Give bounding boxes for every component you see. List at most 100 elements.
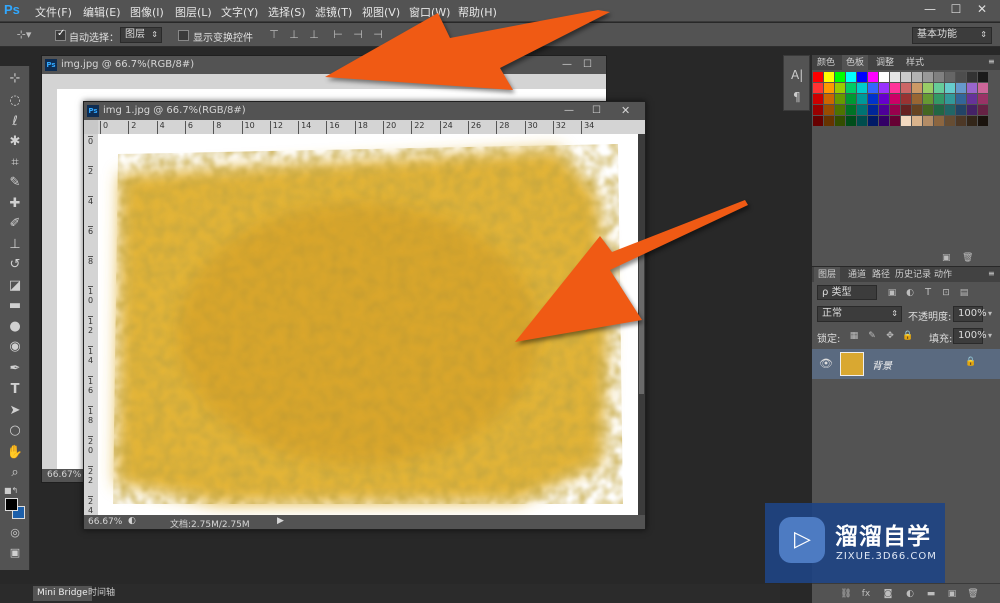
type-tool-icon[interactable]: T — [3, 381, 27, 399]
swatch[interactable] — [901, 83, 911, 93]
lock-all-icon[interactable]: 🔒 — [902, 329, 914, 343]
swatch[interactable] — [923, 72, 933, 82]
app-minimize-button[interactable]: — — [917, 0, 943, 20]
layer-row[interactable]: 👁 背景 🔒 — [812, 349, 1000, 379]
swatch[interactable] — [868, 72, 878, 82]
opacity-chevron-icon[interactable]: ▾ — [984, 307, 996, 321]
swatch[interactable] — [857, 105, 867, 115]
swatch[interactable] — [901, 105, 911, 115]
swatch[interactable] — [868, 83, 878, 93]
swatch[interactable] — [912, 83, 922, 93]
filter-shape-icon[interactable]: ⊡ — [940, 286, 952, 300]
swatch[interactable] — [923, 83, 933, 93]
swatch[interactable] — [912, 72, 922, 82]
app-maximize-button[interactable]: ☐ — [943, 0, 969, 20]
workspace-dropdown[interactable]: 基本功能 ⇕ — [912, 27, 992, 44]
lock-image-icon[interactable]: ✎ — [866, 329, 878, 343]
fill-input[interactable]: 100% — [953, 328, 987, 344]
screen-mode-icon[interactable]: ▣ — [3, 544, 27, 562]
swatch[interactable] — [813, 116, 823, 126]
document-back-titlebar[interactable]: Ps img.jpg @ 66.7%(RGB/8#) — ☐ — [42, 56, 606, 74]
swatch[interactable] — [857, 94, 867, 104]
status-menu-icon[interactable]: ◐ — [128, 516, 136, 526]
ellipse-tool-icon[interactable]: ○ — [3, 422, 27, 440]
swatch[interactable] — [923, 105, 933, 115]
swatch[interactable] — [945, 94, 955, 104]
tab-actions[interactable]: 动作 — [934, 269, 952, 281]
swatch[interactable] — [923, 94, 933, 104]
magic-wand-tool-icon[interactable]: ✱ — [3, 133, 27, 151]
swatch[interactable] — [813, 72, 823, 82]
filter-adjustment-icon[interactable]: ◐ — [904, 286, 916, 300]
swatch[interactable] — [945, 83, 955, 93]
panel-menu-icon[interactable]: ≡ — [988, 56, 995, 68]
menu-window[interactable]: 窗口(W) — [409, 4, 450, 20]
swatch[interactable] — [912, 116, 922, 126]
tab-layers[interactable]: 图层 — [814, 267, 841, 283]
menu-image[interactable]: 图像(I) — [130, 4, 164, 20]
layer-style-icon[interactable]: fx — [860, 587, 872, 601]
tab-history[interactable]: 历史记录 — [895, 269, 931, 281]
swatch[interactable] — [824, 116, 834, 126]
eraser-tool-icon[interactable]: ◪ — [3, 277, 27, 295]
swatch[interactable] — [846, 116, 856, 126]
swatch[interactable] — [890, 72, 900, 82]
swatch[interactable] — [846, 83, 856, 93]
document-front-maximize-icon[interactable]: ☐ — [592, 102, 601, 120]
swatch[interactable] — [857, 83, 867, 93]
move-tool-options-icon[interactable]: ⊹▾ — [14, 28, 34, 42]
swatch[interactable] — [978, 105, 988, 115]
tab-timeline[interactable]: 时间轴 — [84, 586, 119, 601]
swatch[interactable] — [879, 72, 889, 82]
swatch[interactable] — [923, 116, 933, 126]
swatch[interactable] — [868, 94, 878, 104]
tab-styles[interactable]: 样式 — [906, 57, 924, 69]
brush-tool-icon[interactable]: ✐ — [3, 215, 27, 233]
eyedropper-tool-icon[interactable]: ✎ — [3, 174, 27, 192]
filter-smart-object-icon[interactable]: ▤ — [958, 286, 970, 300]
align-vcenter-icon[interactable]: ⊥ — [288, 28, 300, 42]
menu-type[interactable]: 文字(Y) — [221, 4, 258, 20]
swatch[interactable] — [868, 116, 878, 126]
pen-tool-icon[interactable]: ✒ — [3, 360, 27, 378]
layer-name[interactable]: 背景 — [872, 357, 892, 372]
swatch[interactable] — [846, 105, 856, 115]
history-brush-tool-icon[interactable]: ↺ — [3, 256, 27, 274]
move-tool-icon[interactable]: ⊹ — [3, 70, 27, 88]
swatch[interactable] — [857, 72, 867, 82]
swatch[interactable] — [890, 94, 900, 104]
swatch[interactable] — [835, 94, 845, 104]
menu-filter[interactable]: 滤镜(T) — [315, 4, 352, 20]
document-front-titlebar[interactable]: Ps img 1.jpg @ 66.7%(RGB/8#) — ☐ ✕ — [84, 102, 645, 120]
document-back-zoom[interactable]: 66.67% — [47, 470, 81, 480]
layer-filter-dropdown[interactable]: ρ 类型 — [817, 285, 877, 300]
menu-help[interactable]: 帮助(H) — [458, 4, 497, 20]
menu-edit[interactable]: 编辑(E) — [83, 4, 121, 20]
swatch[interactable] — [934, 83, 944, 93]
swatch[interactable] — [835, 116, 845, 126]
hand-tool-icon[interactable]: ✋ — [3, 444, 27, 462]
new-swatch-icon[interactable]: ▣ — [942, 253, 951, 263]
swatch[interactable] — [912, 105, 922, 115]
lasso-tool-icon[interactable]: ℓ — [3, 113, 27, 131]
swatch[interactable] — [956, 83, 966, 93]
swatch[interactable] — [967, 72, 977, 82]
menu-select[interactable]: 选择(S) — [268, 4, 306, 20]
clone-stamp-tool-icon[interactable]: ⊥ — [3, 236, 27, 254]
swatch[interactable] — [945, 72, 955, 82]
align-top-icon[interactable]: ⊤ — [268, 28, 280, 42]
show-transform-checkbox[interactable] — [178, 30, 189, 41]
delete-layer-icon[interactable]: 🗑 — [967, 587, 979, 601]
swatch[interactable] — [813, 94, 823, 104]
distribute-top-icon[interactable]: ≡ — [404, 28, 416, 42]
swatch[interactable] — [978, 94, 988, 104]
tab-color[interactable]: 颜色 — [817, 57, 835, 69]
new-layer-icon[interactable]: ▣ — [946, 587, 958, 601]
menu-layer[interactable]: 图层(L) — [175, 4, 212, 20]
document-front-close-icon[interactable]: ✕ — [621, 102, 630, 120]
align-right-icon[interactable]: ⊣ — [372, 28, 384, 42]
filter-type-icon[interactable]: T — [922, 286, 934, 300]
swatch[interactable] — [945, 116, 955, 126]
document-back-maximize-icon[interactable]: ☐ — [583, 56, 592, 74]
swatch[interactable] — [967, 94, 977, 104]
